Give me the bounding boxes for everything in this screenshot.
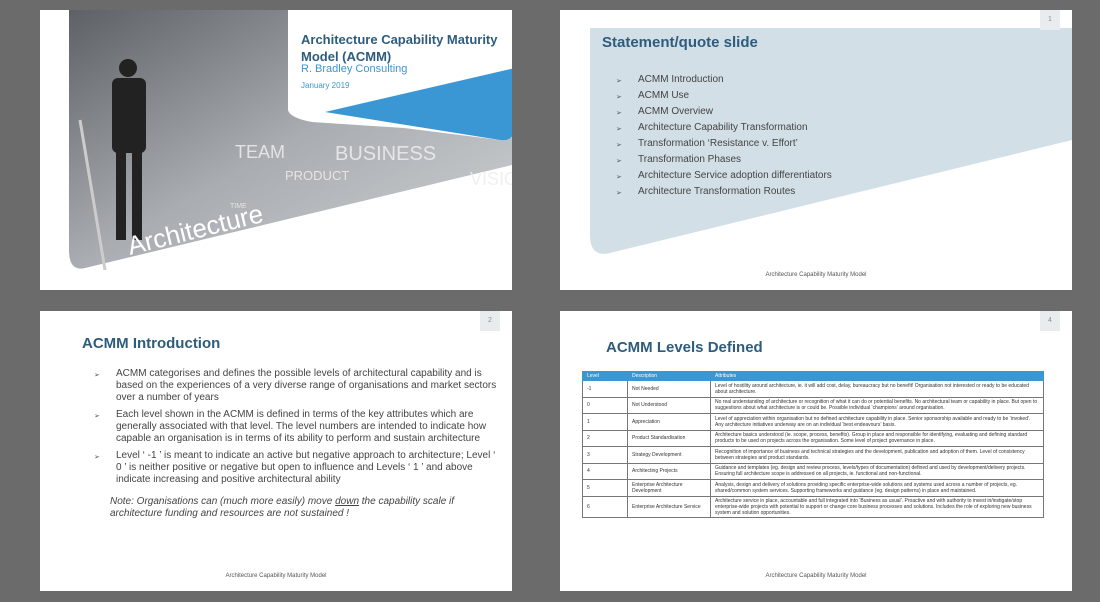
slide-title: ACMM Introduction xyxy=(82,335,221,352)
table-row: 0 Not Understood No real understanding of … xyxy=(582,396,1044,414)
agenda-item: Transformation ‘Resistance v. Effort’ xyxy=(616,136,832,154)
note-part: Note: Organisations can (much more easil… xyxy=(110,496,336,507)
slide-thumbnail-title[interactable]: TEAM BUSINESS PRODUCT VISION TIME Archit… xyxy=(40,10,512,290)
description-cell: Product Standardisation xyxy=(627,429,711,447)
slide-number: 4 xyxy=(1040,311,1060,331)
level-cell: 0 xyxy=(582,396,628,414)
presentation-date: January 2019 xyxy=(301,81,350,90)
level-cell: 4 xyxy=(582,462,628,480)
column-header: Level xyxy=(582,371,628,381)
bullet-item: Each level shown in the ACMM is defined … xyxy=(94,409,499,445)
level-cell: 5 xyxy=(582,479,628,497)
slide-thumbnail-2[interactable]: 2 ACMM Introduction ACMM categorises and… xyxy=(40,311,512,591)
slide-number: 2 xyxy=(480,311,500,331)
intro-bullets: ACMM categorises and defines the possibl… xyxy=(94,368,499,496)
attributes-cell: Guidance and templates (eg. design and r… xyxy=(710,462,1044,480)
slide-title: ACMM Levels Defined xyxy=(606,339,763,356)
note-text: Note: Organisations can (much more easil… xyxy=(110,496,495,520)
level-cell: 2 xyxy=(582,429,628,447)
agenda-item: ACMM Introduction xyxy=(616,72,832,90)
agenda-item: Architecture Service adoption differenti… xyxy=(616,168,832,186)
attributes-cell: No real understanding of architecture or… xyxy=(710,396,1044,414)
slide-thumbnail-1[interactable]: 1 Statement/quote slide ACMM Introductio… xyxy=(560,10,1072,290)
agenda-item: ACMM Use xyxy=(616,88,832,106)
slide-number: 1 xyxy=(1040,10,1060,30)
description-cell: Not Needed xyxy=(627,380,711,398)
column-header: Attributes xyxy=(710,371,1044,381)
slide-footer: Architecture Capability Maturity Model xyxy=(765,573,867,579)
table-row: 1 Appreciation Level of appreciation withi… xyxy=(582,413,1044,431)
attributes-cell: Recognition of importance of business an… xyxy=(710,446,1044,464)
presentation-title: Architecture Capability Maturity Model (… xyxy=(301,32,498,64)
agenda-item: Architecture Transformation Routes xyxy=(616,184,832,202)
attributes-cell: Architecture basics understood (ie. scop… xyxy=(710,429,1044,447)
bullet-item: Level ‘ -1 ’ is meant to indicate an act… xyxy=(94,450,499,486)
agenda-item: Architecture Capability Transformation xyxy=(616,120,832,138)
slide-thumbnail-4[interactable]: 4 ACMM Levels Defined Level Description … xyxy=(560,311,1072,591)
note-emphasis: down xyxy=(335,496,359,507)
table-row: 2 Product Standardisation Architecture bas… xyxy=(582,429,1044,447)
slide-footer: Architecture Capability Maturity Model xyxy=(225,573,327,579)
table-row: 4 Architecting Projects Guidance and templ… xyxy=(582,462,1044,480)
level-cell: -1 xyxy=(582,380,628,398)
level-cell: 3 xyxy=(582,446,628,464)
description-cell: Enterprise Architecture Development xyxy=(627,479,711,497)
table-row: -1 Not Needed Level of hostility around ar… xyxy=(582,380,1044,398)
description-cell: Enterprise Architecture Service xyxy=(627,495,711,519)
slide-title: Statement/quote slide xyxy=(602,34,758,51)
description-cell: Appreciation xyxy=(627,413,711,431)
attributes-cell: Architecture service in place, accountab… xyxy=(710,495,1044,519)
level-cell: 1 xyxy=(582,413,628,431)
table-row: 3 Strategy Development Recognition of impo… xyxy=(582,446,1044,464)
attributes-cell: Analysis, design and delivery of solutio… xyxy=(710,479,1044,497)
agenda-item: Transformation Phases xyxy=(616,152,832,170)
presentation-subtitle: R. Bradley Consulting xyxy=(301,63,408,75)
bullet-item: ACMM categorises and defines the possibl… xyxy=(94,368,499,404)
table-row: 5 Enterprise Architecture Development Anal… xyxy=(582,479,1044,497)
attributes-cell: Level of hostility around architecture, … xyxy=(710,380,1044,398)
agenda-item: ACMM Overview xyxy=(616,104,832,122)
table-row: 6 Enterprise Architecture Service Architec… xyxy=(582,495,1044,519)
slide-footer: Architecture Capability Maturity Model xyxy=(765,272,867,278)
description-cell: Not Understood xyxy=(627,396,711,414)
table-header-row: Level Description Attributes xyxy=(582,371,1044,381)
description-cell: Architecting Projects xyxy=(627,462,711,480)
level-cell: 6 xyxy=(582,495,628,519)
description-cell: Strategy Development xyxy=(627,446,711,464)
attributes-cell: Level of appreciation within organisatio… xyxy=(710,413,1044,431)
levels-table: Level Description Attributes -1 Not Neede… xyxy=(582,371,1044,519)
column-header: Description xyxy=(627,371,711,381)
agenda-list: ACMM Introduction ACMM Use ACMM Overview… xyxy=(616,72,832,202)
